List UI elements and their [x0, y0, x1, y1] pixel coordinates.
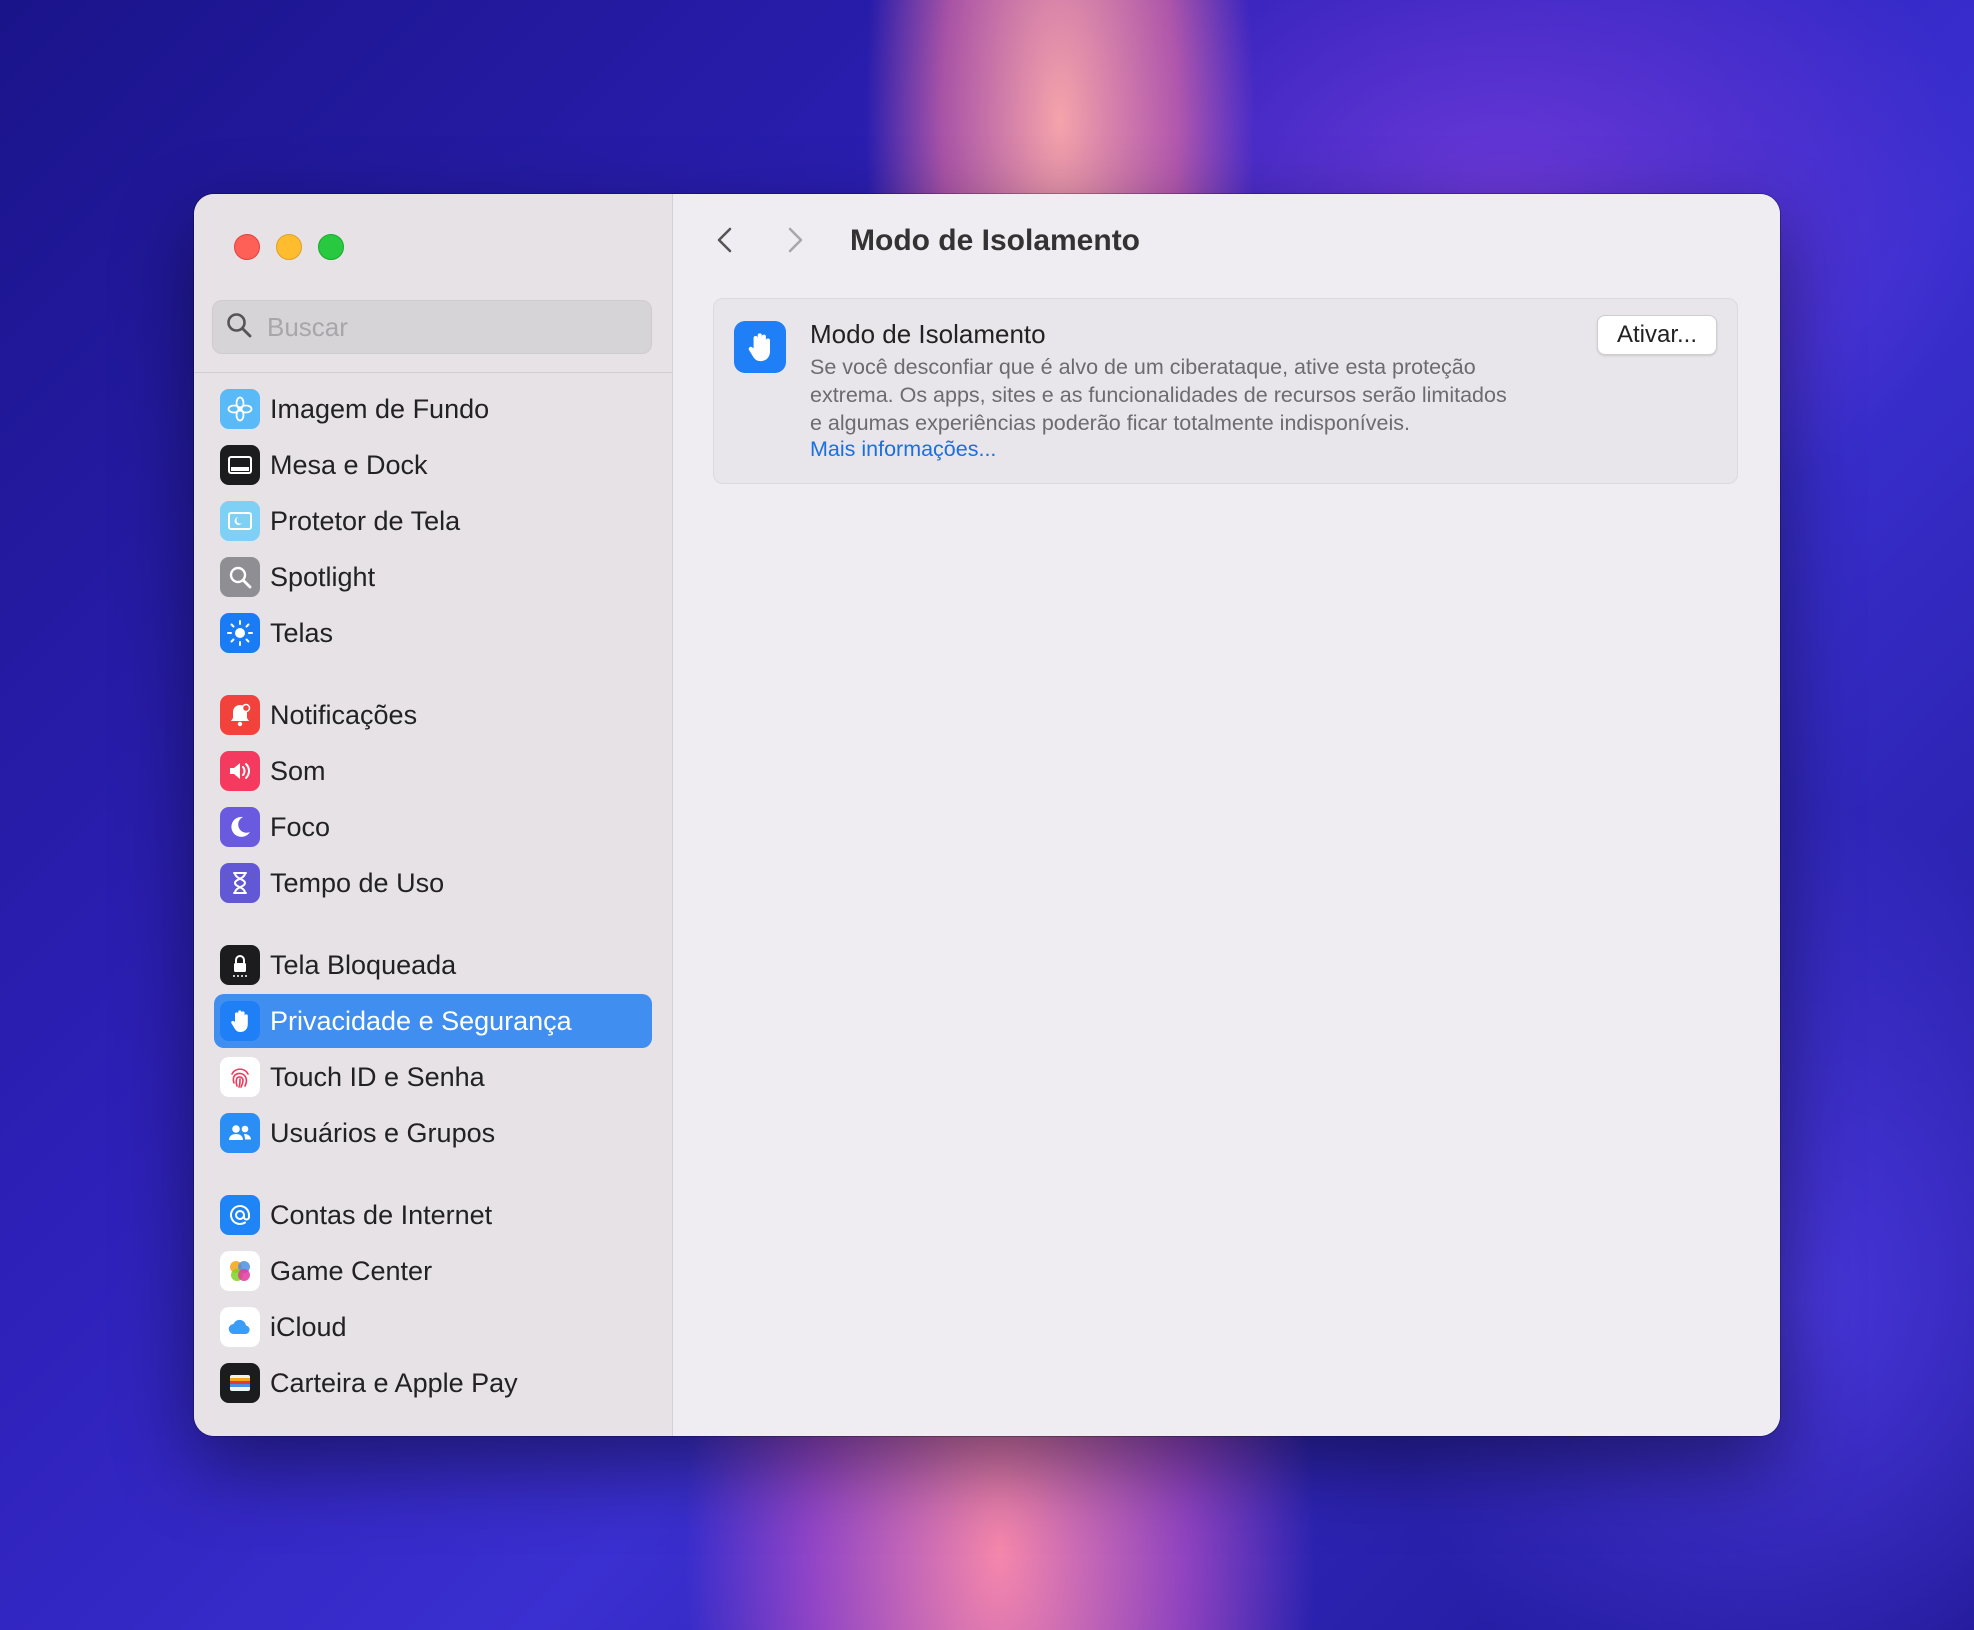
users-groups-icon: [220, 1113, 260, 1153]
icloud-icon: [220, 1307, 260, 1347]
sidebar-item-wallpaper[interactable]: Imagem de Fundo: [214, 382, 652, 436]
sidebar-divider: [194, 372, 672, 373]
card-title: Modo de Isolamento: [810, 319, 1046, 349]
sidebar-item-label: Contas de Internet: [270, 1199, 493, 1230]
sidebar-item-desktop-dock[interactable]: Mesa e Dock: [214, 438, 652, 492]
card-description-line: e algumas experiências poderão ficar tot…: [810, 411, 1410, 435]
search-field[interactable]: [212, 300, 652, 354]
lock-screen-icon: [220, 945, 260, 985]
more-info-link[interactable]: Mais informações...: [810, 437, 996, 462]
lockdown-mode-card: Modo de Isolamento Se você desconfiar qu…: [713, 298, 1738, 484]
displays-sun-icon: [220, 613, 260, 653]
wallpaper-flower-icon: [220, 389, 260, 429]
chevron-left-icon: [714, 225, 736, 260]
close-button[interactable]: [234, 234, 260, 260]
sidebar-item-label: Mesa e Dock: [270, 449, 428, 480]
sidebar-item-users-groups[interactable]: Usuários e Grupos: [214, 1106, 652, 1160]
search-icon: [225, 311, 253, 344]
at-sign-icon: [220, 1195, 260, 1235]
sidebar-item-label: Usuários e Grupos: [270, 1117, 496, 1148]
sidebar-item-label: Foco: [270, 811, 331, 842]
search-input[interactable]: [265, 310, 629, 344]
traffic-lights: [234, 234, 344, 260]
settings-window: Imagem de Fundo Mesa e Dock Protetor de …: [194, 194, 1780, 1436]
sidebar-list: Imagem de Fundo Mesa e Dock Protetor de …: [194, 374, 672, 1424]
sidebar-item-label: Tela Bloqueada: [270, 949, 457, 980]
sidebar-item-internet-accounts[interactable]: Contas de Internet: [214, 1188, 652, 1242]
privacy-hand-icon: [220, 1001, 260, 1041]
sidebar-item-privacy-security[interactable]: Privacidade e Segurança: [214, 994, 652, 1048]
sidebar: Imagem de Fundo Mesa e Dock Protetor de …: [194, 194, 673, 1436]
sidebar-item-notifications[interactable]: Notificações: [214, 688, 652, 742]
sidebar-item-sound[interactable]: Som: [214, 744, 652, 798]
enable-lockdown-button[interactable]: Ativar...: [1597, 315, 1717, 355]
sidebar-item-label: Imagem de Fundo: [270, 393, 490, 424]
card-description-line: extrema. Os apps, sites e as funcionalid…: [810, 383, 1507, 407]
screen-time-hourglass-icon: [220, 863, 260, 903]
sidebar-item-label: Som: [270, 755, 326, 786]
sidebar-item-icloud[interactable]: iCloud: [214, 1300, 652, 1354]
forward-button[interactable]: [775, 222, 815, 262]
screensaver-icon: [220, 501, 260, 541]
sidebar-item-label: Tempo de Uso: [270, 867, 445, 898]
focus-moon-icon: [220, 807, 260, 847]
page-title: Modo de Isolamento: [850, 224, 1141, 257]
hand-raised-icon: [734, 321, 786, 373]
sidebar-item-label: Spotlight: [270, 561, 376, 592]
chevron-right-icon: [784, 225, 806, 260]
sidebar-item-screen-time[interactable]: Tempo de Uso: [214, 856, 652, 910]
sidebar-item-spotlight[interactable]: Spotlight: [214, 550, 652, 604]
card-description: Se você desconfiar que é alvo de um cibe…: [810, 353, 1600, 437]
sidebar-item-label: Touch ID e Senha: [270, 1061, 485, 1092]
sidebar-item-screensaver[interactable]: Protetor de Tela: [214, 494, 652, 548]
desktop-dock-icon: [220, 445, 260, 485]
sidebar-item-label: Notificações: [270, 699, 418, 730]
fingerprint-icon: [220, 1057, 260, 1097]
sidebar-item-focus[interactable]: Foco: [214, 800, 652, 854]
sidebar-item-label: Telas: [270, 617, 334, 648]
sidebar-item-displays[interactable]: Telas: [214, 606, 652, 660]
game-center-icon: [220, 1251, 260, 1291]
sidebar-item-game-center[interactable]: Game Center: [214, 1244, 652, 1298]
sidebar-item-lock-screen[interactable]: Tela Bloqueada: [214, 938, 652, 992]
sidebar-item-touch-id[interactable]: Touch ID e Senha: [214, 1050, 652, 1104]
sidebar-item-label: Game Center: [270, 1255, 433, 1286]
sound-speaker-icon: [220, 751, 260, 791]
sidebar-item-label: iCloud: [270, 1311, 347, 1342]
zoom-button[interactable]: [318, 234, 344, 260]
notifications-bell-icon: [220, 695, 260, 735]
back-button[interactable]: [705, 222, 745, 262]
sidebar-item-label: Carteira e Apple Pay: [270, 1367, 518, 1398]
content-pane: Modo de Isolamento Modo de Isolamento Se…: [673, 194, 1780, 1436]
spotlight-magnifier-icon: [220, 557, 260, 597]
sidebar-item-wallet[interactable]: Carteira e Apple Pay: [214, 1356, 652, 1410]
wallet-icon: [220, 1363, 260, 1403]
minimize-button[interactable]: [276, 234, 302, 260]
sidebar-item-label: Privacidade e Segurança: [270, 1005, 572, 1036]
card-description-line: Se você desconfiar que é alvo de um cibe…: [810, 355, 1476, 379]
sidebar-item-label: Protetor de Tela: [270, 505, 461, 536]
